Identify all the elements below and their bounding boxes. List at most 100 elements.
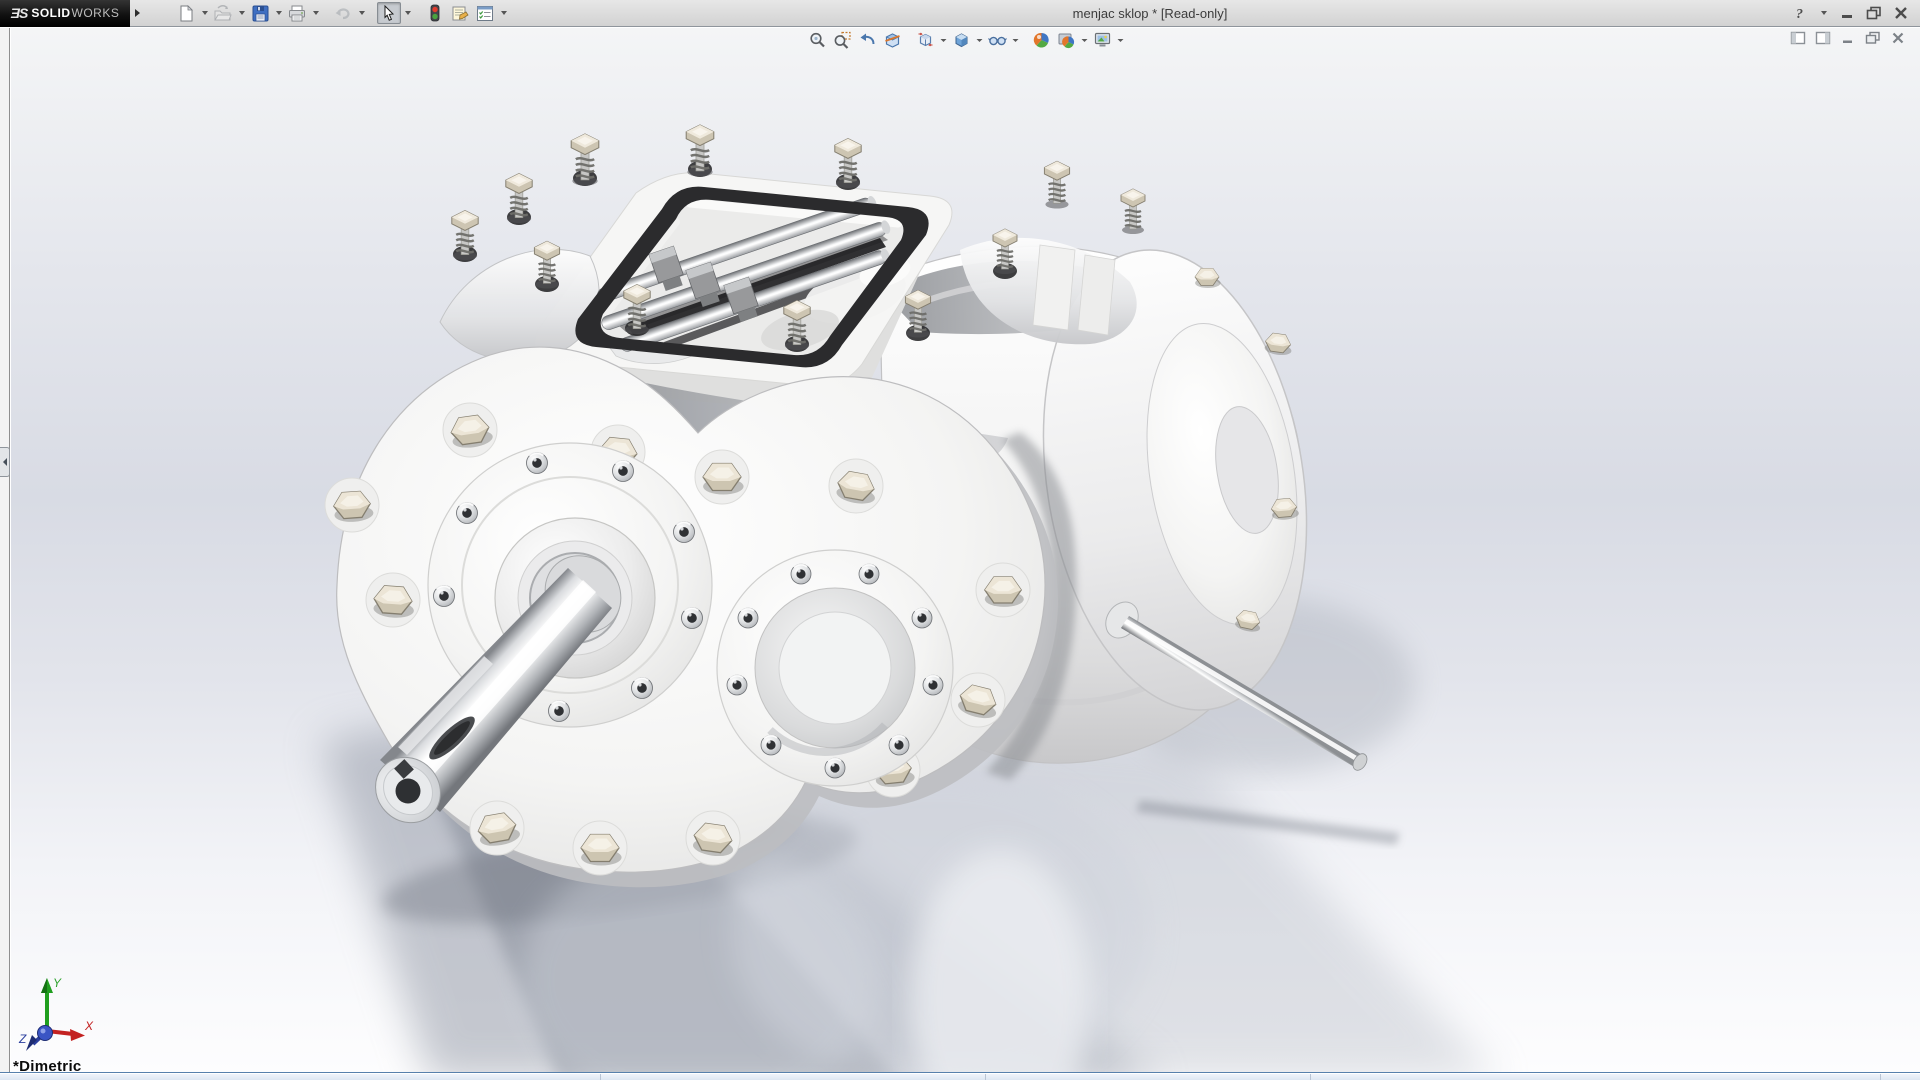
new-document-icon [178, 5, 195, 22]
options-checklist-icon [476, 5, 494, 22]
svg-text:?: ? [1796, 7, 1803, 21]
view-settings-dropdown[interactable] [1116, 30, 1125, 50]
view-orientation-dropdown[interactable] [939, 30, 948, 50]
zoom-to-fit-button[interactable] [806, 30, 829, 50]
undo-icon [334, 5, 352, 22]
triad-x-arrowhead [70, 1029, 85, 1041]
view-settings-icon [1094, 31, 1112, 49]
triad-y-label: Y [53, 976, 62, 990]
display-style-button[interactable] [950, 30, 973, 50]
view-settings-button[interactable] [1091, 30, 1114, 50]
undo-button[interactable] [331, 2, 355, 24]
statusbar-divider [1880, 1074, 1881, 1080]
doc-close-icon [1891, 31, 1905, 45]
close-button[interactable] [1892, 3, 1910, 23]
menu-flyout-arrow[interactable] [130, 0, 144, 27]
help-icon: ? [1793, 5, 1807, 21]
display-style-dropdown[interactable] [975, 30, 984, 50]
undo-dropdown[interactable] [356, 2, 367, 24]
select-tool-dropdown[interactable] [402, 2, 413, 24]
statusbar-divider [985, 1074, 986, 1080]
featuremanager-collapsed-strip [0, 28, 10, 1072]
workspace: Y X Z [0, 28, 1920, 1072]
select-tool-button[interactable] [377, 2, 401, 24]
save-button[interactable] [248, 2, 272, 24]
help-dropdown[interactable] [1818, 2, 1829, 24]
solidworks-window: ƎSSOLIDWORKS [0, 0, 1920, 1080]
document-window-controls [1789, 30, 1906, 46]
gearbox-model[interactable] [11, 28, 1920, 1072]
triad-origin-ball [38, 1026, 53, 1041]
previous-view-icon [859, 31, 877, 49]
reference-triad: Y X Z [17, 973, 95, 1060]
restore-icon [1866, 6, 1882, 20]
print-icon [288, 5, 306, 22]
pane-right-icon [1815, 31, 1831, 45]
previous-view-button[interactable] [856, 30, 879, 50]
view-orientation-button[interactable] [914, 30, 937, 50]
doc-minimize-button[interactable] [1839, 30, 1856, 46]
ds-logo-mark: ƎS [11, 5, 28, 21]
doc-restore-icon [1865, 31, 1881, 45]
featuremanager-flyout-handle[interactable] [0, 447, 10, 477]
options-dropdown[interactable] [498, 2, 509, 24]
view-orientation-label: *Dimetric [13, 1058, 82, 1075]
save-dropdown[interactable] [273, 2, 284, 24]
title-bar: ƎSSOLIDWORKS [0, 0, 1920, 27]
triad-x-label: X [84, 1019, 94, 1033]
doc-minimize-icon [1841, 31, 1855, 45]
select-cursor-icon [381, 5, 397, 22]
open-folder-icon [214, 5, 232, 22]
edit-appearance-button[interactable] [1030, 30, 1053, 50]
minimize-button[interactable] [1838, 3, 1856, 23]
file-properties-button[interactable] [448, 2, 472, 24]
section-view-icon [884, 31, 902, 49]
output-bearing-cover[interactable] [717, 550, 953, 786]
open-dropdown[interactable] [236, 2, 247, 24]
status-bar [0, 1072, 1920, 1080]
zoom-to-fit-icon [809, 31, 827, 49]
pane-left-toggle[interactable] [1789, 30, 1806, 46]
zoom-to-area-icon [834, 31, 852, 49]
logo-solid-text: SOLID [31, 6, 70, 20]
hide-show-items-button[interactable] [986, 30, 1009, 50]
apply-scene-button[interactable] [1055, 30, 1078, 50]
window-controls: ? [1791, 2, 1920, 24]
triad-z-label: Z [18, 1032, 27, 1046]
restore-button[interactable] [1865, 3, 1883, 23]
options-button[interactable] [473, 2, 497, 24]
logo-works-text: WORKS [72, 6, 120, 20]
close-icon [1894, 6, 1908, 20]
standard-toolbar [174, 2, 509, 24]
doc-restore-button[interactable] [1864, 30, 1881, 46]
pane-left-icon [1790, 31, 1806, 45]
display-style-icon [953, 31, 971, 49]
zoom-to-area-button[interactable] [831, 30, 854, 50]
new-document-button[interactable] [174, 2, 198, 24]
section-view-button[interactable] [881, 30, 904, 50]
pane-right-toggle[interactable] [1814, 30, 1831, 46]
open-button[interactable] [211, 2, 235, 24]
hide-show-items-dropdown[interactable] [1011, 30, 1020, 50]
hide-show-items-icon [988, 31, 1008, 49]
rebuild-button[interactable] [423, 2, 447, 24]
statusbar-divider [600, 1074, 601, 1080]
help-button[interactable]: ? [1791, 3, 1809, 23]
window-title: menjac sklop * [Read-only] [509, 6, 1791, 21]
file-properties-icon [451, 5, 469, 22]
apply-scene-dropdown[interactable] [1080, 30, 1089, 50]
edit-appearance-icon [1033, 31, 1051, 49]
heads-up-view-toolbar [806, 30, 1125, 50]
model-viewport-canvas[interactable]: Y X Z [11, 28, 1920, 1072]
save-floppy-icon [252, 5, 269, 22]
new-document-dropdown[interactable] [199, 2, 210, 24]
print-button[interactable] [285, 2, 309, 24]
apply-scene-icon [1058, 31, 1076, 49]
rebuild-traffic-light-icon [428, 4, 442, 22]
view-orientation-icon [917, 31, 935, 49]
minimize-icon [1841, 6, 1854, 20]
statusbar-divider [1310, 1074, 1311, 1080]
print-dropdown[interactable] [310, 2, 321, 24]
solidworks-logo: ƎSSOLIDWORKS [0, 0, 130, 27]
doc-close-button[interactable] [1889, 30, 1906, 46]
